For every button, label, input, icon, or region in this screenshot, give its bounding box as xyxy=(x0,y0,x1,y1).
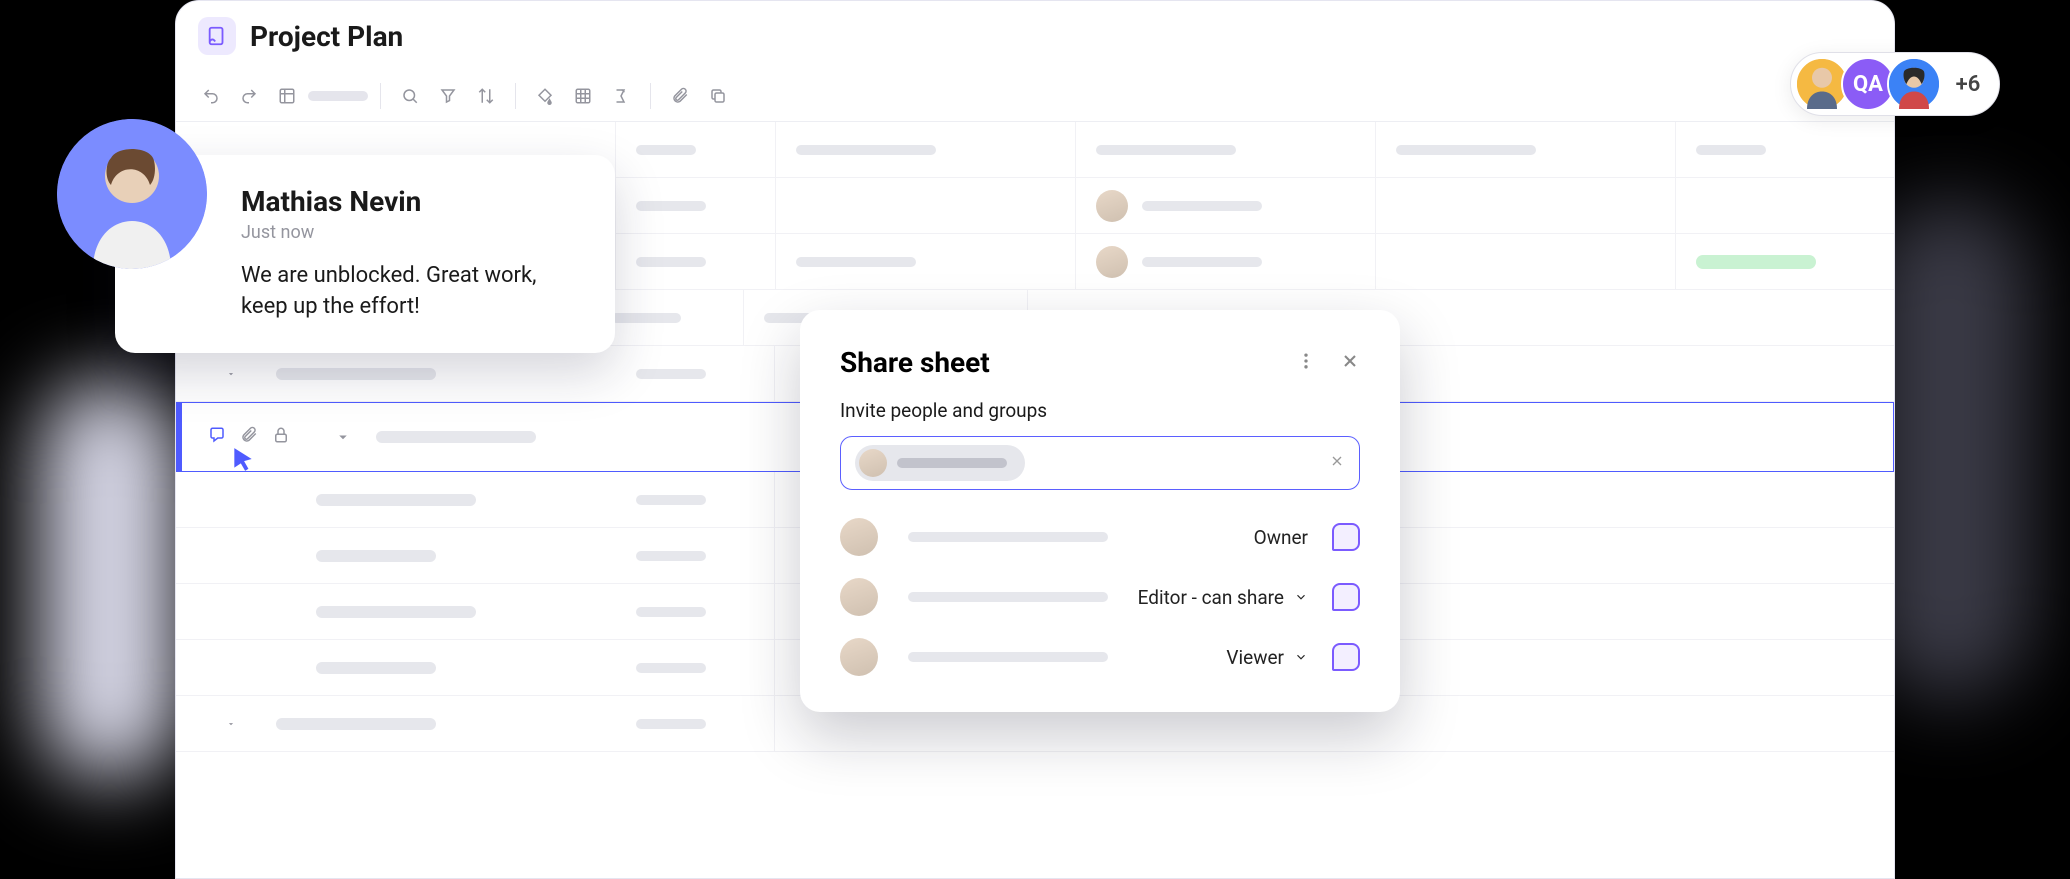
search-button[interactable] xyxy=(393,79,427,113)
member-avatar xyxy=(840,638,878,676)
titlebar: Project Plan xyxy=(176,1,1894,71)
chevron-down-icon[interactable] xyxy=(334,428,352,446)
note-icon xyxy=(1332,523,1360,551)
note-icon xyxy=(1332,643,1360,671)
chevron-down-icon xyxy=(1294,590,1308,604)
copy-button[interactable] xyxy=(701,79,735,113)
share-modal: Share sheet Invite people and groups Own… xyxy=(800,310,1400,712)
comment-author-name: Mathias Nevin xyxy=(241,185,583,218)
undo-button[interactable] xyxy=(194,79,228,113)
status-badge xyxy=(1696,255,1816,269)
member-avatar xyxy=(840,518,878,556)
clear-icon[interactable] xyxy=(1329,453,1345,473)
note-icon xyxy=(1332,583,1360,611)
fill-button[interactable] xyxy=(528,79,562,113)
redo-button[interactable] xyxy=(232,79,266,113)
invite-chip[interactable] xyxy=(855,445,1025,481)
comment-timestamp: Just now xyxy=(241,222,583,243)
cursor-icon xyxy=(230,445,256,473)
share-invite-input[interactable] xyxy=(840,436,1360,490)
comment-body: We are unblocked. Great work, keep up th… xyxy=(241,261,583,323)
formula-button[interactable] xyxy=(604,79,638,113)
toolbar xyxy=(176,71,1894,122)
table-button[interactable] xyxy=(270,79,304,113)
share-member-row: Editor - can share xyxy=(840,578,1360,616)
lock-icon[interactable] xyxy=(272,426,290,448)
share-members-list: Owner Editor - can share Viewer xyxy=(840,518,1360,676)
sort-button[interactable] xyxy=(469,79,503,113)
filter-button[interactable] xyxy=(431,79,465,113)
role-selector[interactable]: Viewer xyxy=(1226,643,1360,671)
presence-overflow[interactable]: +6 xyxy=(1941,57,1995,111)
role-selector[interactable]: Editor - can share xyxy=(1138,583,1360,611)
presence-avatar[interactable] xyxy=(1887,57,1941,111)
more-icon[interactable] xyxy=(1296,351,1316,375)
role-owner: Owner xyxy=(1254,523,1360,551)
grid-button[interactable] xyxy=(566,79,600,113)
attachment-button[interactable] xyxy=(663,79,697,113)
share-title: Share sheet xyxy=(840,346,990,379)
comment-popup: Mathias Nevin Just now We are unblocked.… xyxy=(115,155,615,353)
share-member-row: Viewer xyxy=(840,638,1360,676)
toolbar-placeholder xyxy=(308,91,368,101)
comment-author-avatar xyxy=(57,119,207,269)
close-icon[interactable] xyxy=(1340,351,1360,375)
app-icon xyxy=(198,17,236,55)
member-avatar xyxy=(840,578,878,616)
chevron-down-icon xyxy=(1294,650,1308,664)
document-title: Project Plan xyxy=(250,20,403,53)
comment-icon[interactable] xyxy=(208,426,226,448)
presence-bar[interactable]: QA +6 xyxy=(1790,52,2000,116)
share-member-row: Owner xyxy=(840,518,1360,556)
share-subtitle: Invite people and groups xyxy=(840,399,1360,422)
